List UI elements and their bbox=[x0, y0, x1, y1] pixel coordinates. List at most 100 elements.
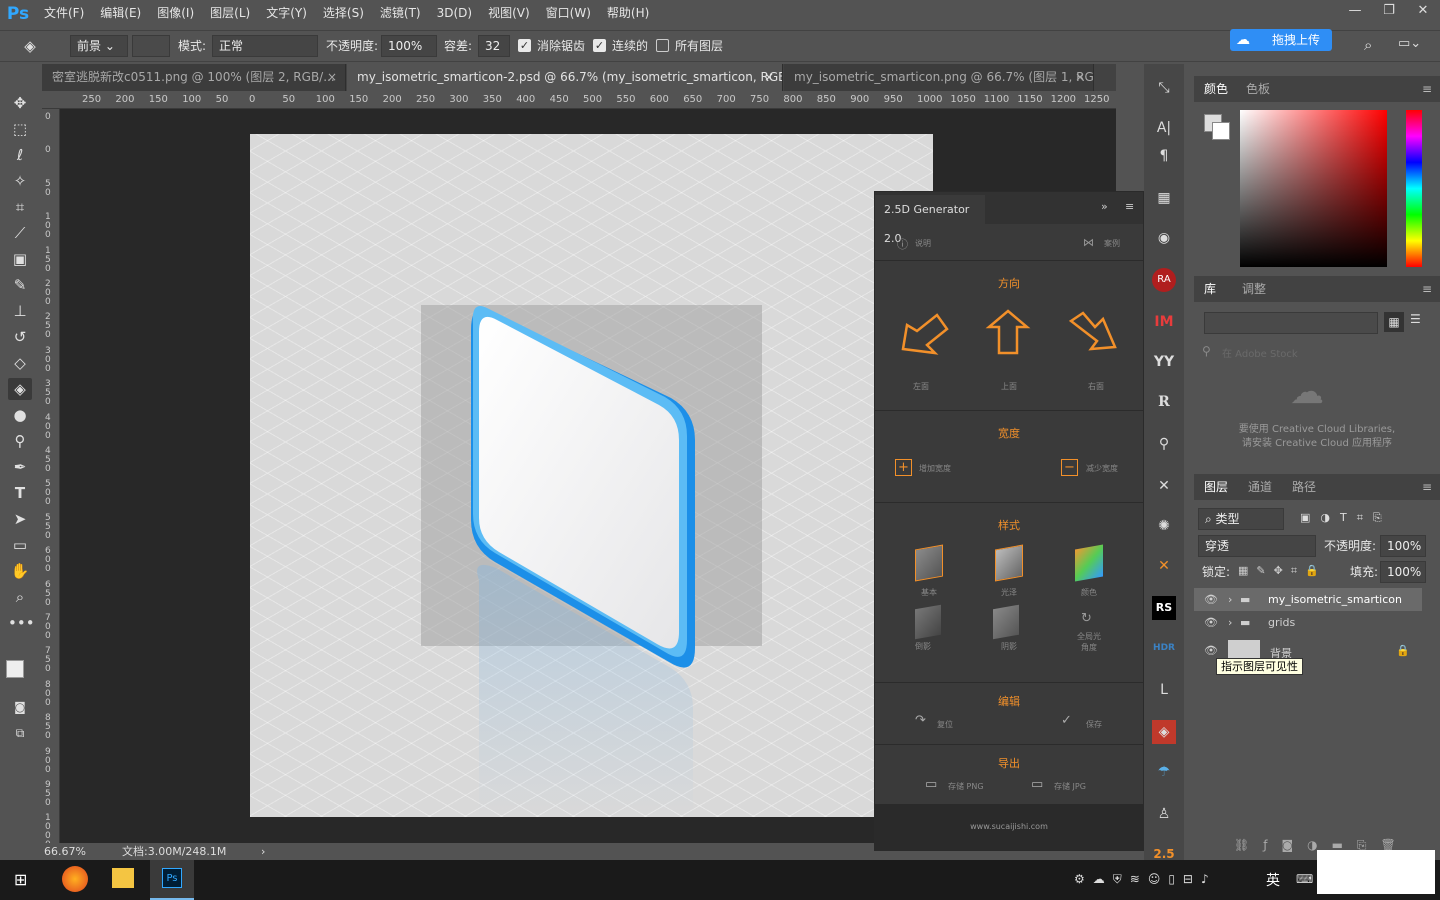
menu-window[interactable]: 窗口(W) bbox=[538, 0, 599, 27]
layer-row-smarticon[interactable]: 👁 › ▬ my_isometric_smarticon bbox=[1194, 588, 1422, 611]
file-explorer-icon[interactable] bbox=[112, 868, 134, 888]
layer-row-grids[interactable]: 👁 › ▬ grids bbox=[1194, 611, 1422, 634]
color-menu-icon[interactable]: ≡ bbox=[1422, 82, 1432, 96]
menu-3d[interactable]: 3D(D) bbox=[429, 0, 480, 27]
library-select[interactable] bbox=[1204, 312, 1378, 334]
reflection-style-icon[interactable] bbox=[915, 604, 941, 640]
tolerance-input[interactable]: 32 bbox=[478, 35, 510, 57]
lock-icons[interactable]: ▦✎✥⌗🔒 bbox=[1238, 564, 1327, 578]
tab-document-2[interactable]: my_isometric_smarticon-2.psd @ 66.7% (my… bbox=[347, 64, 783, 91]
tab-color[interactable]: 颜色 bbox=[1204, 76, 1228, 102]
workspace-icon[interactable]: ▭⌄ bbox=[1398, 36, 1421, 51]
png-folder-icon[interactable]: ▭ bbox=[925, 777, 937, 792]
tab-close-icon[interactable]: × bbox=[1075, 64, 1085, 91]
close-button[interactable]: ✕ bbox=[1406, 0, 1440, 22]
brush-ext-icon[interactable]: ⚲ bbox=[1152, 432, 1176, 456]
rs-icon[interactable]: RS bbox=[1152, 596, 1176, 620]
paint-bucket-icon[interactable]: ◈ bbox=[18, 35, 42, 57]
opacity-input[interactable]: 100% bbox=[381, 35, 437, 57]
crop-tool-icon[interactable]: ⌗ bbox=[8, 196, 32, 218]
tab-layers[interactable]: 图层 bbox=[1204, 474, 1228, 500]
dodge-tool-icon[interactable]: ⚲ bbox=[8, 430, 32, 452]
list-view-icon[interactable]: ☰ bbox=[1410, 312, 1421, 326]
basic-style-icon[interactable] bbox=[915, 544, 943, 582]
left-arrow-icon[interactable] bbox=[899, 309, 951, 359]
antialias-checkbox[interactable]: ✓ bbox=[518, 39, 531, 52]
all-layers-checkbox[interactable] bbox=[656, 39, 669, 52]
add-width-label[interactable]: 增加宽度 bbox=[919, 463, 969, 474]
pattern-picker[interactable] bbox=[132, 35, 170, 57]
healing-brush-icon[interactable]: ▣ bbox=[8, 248, 32, 270]
reset-icon[interactable]: ↷ bbox=[915, 713, 926, 728]
layers-menu-icon[interactable]: ≡ bbox=[1422, 480, 1432, 494]
restore-button[interactable]: ❐ bbox=[1372, 0, 1406, 22]
save-icon[interactable]: ✓ bbox=[1061, 713, 1072, 728]
library-menu-icon[interactable]: ≡ bbox=[1422, 282, 1432, 296]
add-width-icon[interactable]: + bbox=[895, 459, 912, 476]
grid-view-icon[interactable]: ▦ bbox=[1384, 312, 1404, 332]
reduce-width-icon[interactable]: − bbox=[1061, 459, 1078, 476]
eraser-icon[interactable]: ◇ bbox=[8, 352, 32, 374]
layer-filter-icons[interactable]: ▣◑T⌗⎘ bbox=[1300, 511, 1392, 525]
hand-tool-icon[interactable]: ✋ bbox=[8, 560, 32, 582]
tab-close-icon[interactable]: × bbox=[764, 64, 774, 91]
transform-icon[interactable]: ⤡ bbox=[1152, 76, 1176, 100]
screen-mode-icon[interactable]: ⧉ bbox=[8, 722, 32, 744]
tab-close-icon[interactable]: × bbox=[327, 64, 337, 91]
pen-tool-icon[interactable]: ✒ bbox=[8, 456, 32, 478]
search-icon[interactable]: ⌕ bbox=[1364, 36, 1372, 54]
menu-select[interactable]: 选择(S) bbox=[315, 0, 372, 27]
lib-search-input[interactable]: 在 Adobe Stock bbox=[1222, 345, 1298, 360]
character-icon[interactable]: A| bbox=[1152, 116, 1176, 140]
shadow-style-icon[interactable] bbox=[993, 604, 1019, 640]
reset-label[interactable]: 复位 bbox=[937, 719, 967, 730]
ime-indicator[interactable]: 英 bbox=[1266, 870, 1280, 890]
windows-start-icon[interactable]: ⊞ bbox=[14, 870, 27, 889]
cases-icon[interactable]: ⋈ bbox=[1083, 236, 1094, 249]
more-tools-icon[interactable]: ••• bbox=[8, 612, 35, 634]
menu-help[interactable]: 帮助(H) bbox=[599, 0, 657, 27]
mode-select[interactable]: 正常 bbox=[212, 35, 318, 57]
clock-area[interactable] bbox=[1317, 850, 1435, 894]
blend-mode-select[interactable]: 穿透 bbox=[1198, 535, 1316, 557]
im-icon[interactable]: IM bbox=[1152, 310, 1176, 334]
tab-channels[interactable]: 通道 bbox=[1248, 474, 1272, 500]
figure-icon[interactable]: ♙ bbox=[1152, 802, 1176, 826]
tab-swatches[interactable]: 色板 bbox=[1246, 76, 1270, 102]
help-icon[interactable]: ⓘ bbox=[897, 236, 908, 252]
type-tool-icon[interactable]: T bbox=[8, 482, 32, 504]
umbrella-icon[interactable]: ☂ bbox=[1152, 760, 1176, 784]
paragraph-icon[interactable]: ¶ bbox=[1152, 144, 1176, 168]
fill-input[interactable]: 100% bbox=[1380, 561, 1426, 583]
aperture-icon[interactable]: ✺ bbox=[1152, 514, 1176, 538]
up-arrow-icon[interactable] bbox=[985, 307, 1031, 357]
blur-tool-icon[interactable]: ● bbox=[8, 404, 32, 426]
rpro-icon[interactable]: R bbox=[1152, 390, 1176, 414]
status-menu-arrow[interactable]: › bbox=[261, 843, 265, 860]
menu-file[interactable]: 文件(F) bbox=[36, 0, 92, 27]
foreground-color-swatch[interactable] bbox=[6, 660, 24, 678]
history-brush-icon[interactable]: ↺ bbox=[8, 326, 32, 348]
red-ext-icon[interactable]: ◈ bbox=[1152, 720, 1176, 744]
menu-view[interactable]: 视图(V) bbox=[480, 0, 538, 27]
menu-edit[interactable]: 编辑(E) bbox=[92, 0, 149, 27]
global-light-icon[interactable]: ↻ bbox=[1081, 611, 1092, 626]
camera-icon[interactable]: ◉ bbox=[1152, 226, 1176, 250]
menu-layer[interactable]: 图层(L) bbox=[202, 0, 258, 27]
fork-knife-icon[interactable]: ✕ bbox=[1152, 554, 1176, 578]
firefox-icon[interactable] bbox=[62, 866, 88, 892]
cases-link[interactable]: 案例 bbox=[1104, 238, 1120, 249]
tab-document-3[interactable]: my_isometric_smarticon.png @ 66.7% (图层 1… bbox=[784, 64, 1094, 91]
tab-adjustments[interactable]: 调整 bbox=[1242, 276, 1266, 302]
expand-icon[interactable]: › bbox=[1228, 611, 1232, 634]
zoom-tool-icon[interactable]: ⌕ bbox=[8, 586, 32, 608]
contiguous-checkbox[interactable]: ✓ bbox=[593, 39, 606, 52]
save-label[interactable]: 保存 bbox=[1086, 719, 1116, 730]
menu-image[interactable]: 图像(I) bbox=[149, 0, 202, 27]
save-jpg-label[interactable]: 存储 JPG bbox=[1054, 781, 1104, 792]
expand-icon[interactable]: › bbox=[1228, 588, 1232, 611]
rectangle-tool-icon[interactable]: ▭ bbox=[8, 534, 32, 556]
path-select-icon[interactable]: ➤ bbox=[8, 508, 32, 530]
cross-tools-icon[interactable]: ✕ bbox=[1152, 474, 1176, 498]
upload-button[interactable]: ☁ 拖拽上传 bbox=[1230, 29, 1332, 51]
